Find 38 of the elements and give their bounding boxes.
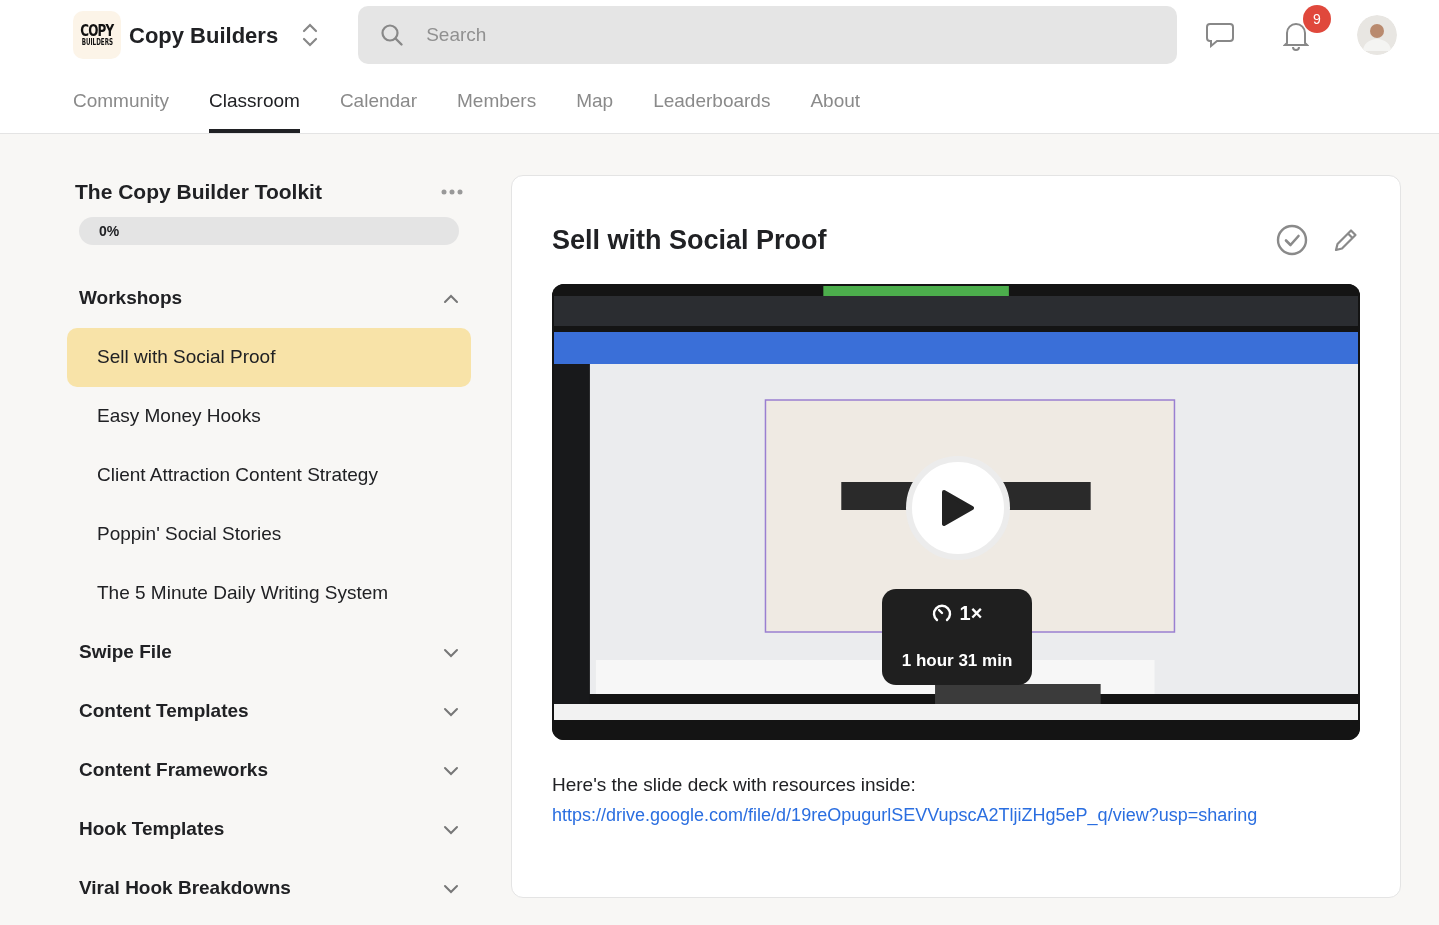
course-title: The Copy Builder Toolkit xyxy=(75,179,322,206)
lesson-item[interactable]: Easy Money Hooks xyxy=(67,387,471,446)
section-header[interactable]: Workshops xyxy=(67,269,471,328)
playback-speed[interactable]: 1× xyxy=(959,598,983,628)
section-header[interactable]: Hook Templates xyxy=(67,800,471,859)
lesson-description: Here's the slide deck with resources inside: https://drive.google.com/file/d/19reOpugurlSEVVupscA2TljiZHg5eP_q/view?usp=sharing xyxy=(552,773,1259,828)
avatar[interactable] xyxy=(1357,15,1397,55)
chevron-up-icon xyxy=(443,293,459,304)
section-header[interactable]: Swipe File xyxy=(67,623,471,682)
video-player[interactable]: 1× 1 hour 31 min xyxy=(552,284,1360,740)
lesson-item[interactable]: Sell with Social Proof xyxy=(67,328,471,387)
lesson-item[interactable]: Poppin' Social Stories xyxy=(67,505,471,564)
search-field[interactable]: Search xyxy=(358,6,1177,64)
lesson-item[interactable]: The 5 Minute Daily Writing System xyxy=(67,564,471,623)
resource-link[interactable]: https://drive.google.com/file/d/19reOpugurlSEVVupscA2TljiZHg5eP_q/view?usp=sharing xyxy=(552,805,1258,825)
chevron-down-icon xyxy=(443,824,459,835)
lesson-item[interactable]: Client Attraction Content Strategy xyxy=(67,446,471,505)
lesson-title: Sell with Social Proof xyxy=(552,223,827,257)
chevron-down-icon xyxy=(443,647,459,658)
nav-tab[interactable]: Classroom xyxy=(209,70,300,133)
chevron-down-icon xyxy=(443,883,459,894)
more-icon[interactable] xyxy=(441,189,463,195)
chevron-down-icon xyxy=(443,765,459,776)
section-header[interactable]: Content Templates xyxy=(67,682,471,741)
play-icon xyxy=(941,489,975,527)
section-header[interactable]: Content Frameworks xyxy=(67,741,471,800)
video-duration: 1 hour 31 min xyxy=(901,650,1013,673)
switcher-icon[interactable] xyxy=(302,22,319,48)
nav-tab[interactable]: Community xyxy=(73,70,170,133)
logo[interactable]: COPY BUILDERS xyxy=(73,11,121,59)
chat-icon[interactable] xyxy=(1205,22,1235,48)
mark-complete-icon[interactable] xyxy=(1276,224,1308,256)
chevron-down-icon xyxy=(443,706,459,717)
notification-count: 9 xyxy=(1303,5,1331,33)
section-header[interactable]: Viral Hook Breakdowns xyxy=(67,859,471,918)
community-name[interactable]: Copy Builders xyxy=(129,18,279,52)
speed-icon xyxy=(931,603,952,623)
progress-reading: 0% xyxy=(99,222,120,241)
